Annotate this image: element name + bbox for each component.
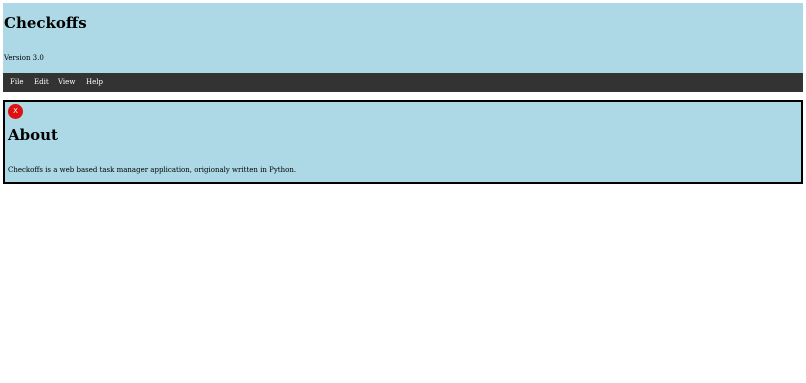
about-dialog: X About Checkoffs is a web based task ma…	[3, 100, 803, 184]
app-header: Checkoffs Version 3.0	[3, 3, 803, 73]
version-label: Version 3.0	[4, 54, 44, 62]
menu-item-edit[interactable]: Edit	[34, 73, 49, 92]
menu-item-help[interactable]: Help	[86, 73, 103, 92]
menu-bar: File Edit View Help	[3, 73, 803, 92]
app-page: Checkoffs Version 3.0 File Edit View Hel…	[0, 0, 806, 383]
about-title: About	[8, 126, 58, 144]
close-button[interactable]: X	[8, 104, 23, 119]
menu-item-view[interactable]: View	[58, 73, 75, 92]
about-description: Checkoffs is a web based task manager ap…	[8, 166, 297, 174]
menu-item-file[interactable]: File	[10, 73, 23, 92]
app-title: Checkoffs	[4, 14, 87, 32]
